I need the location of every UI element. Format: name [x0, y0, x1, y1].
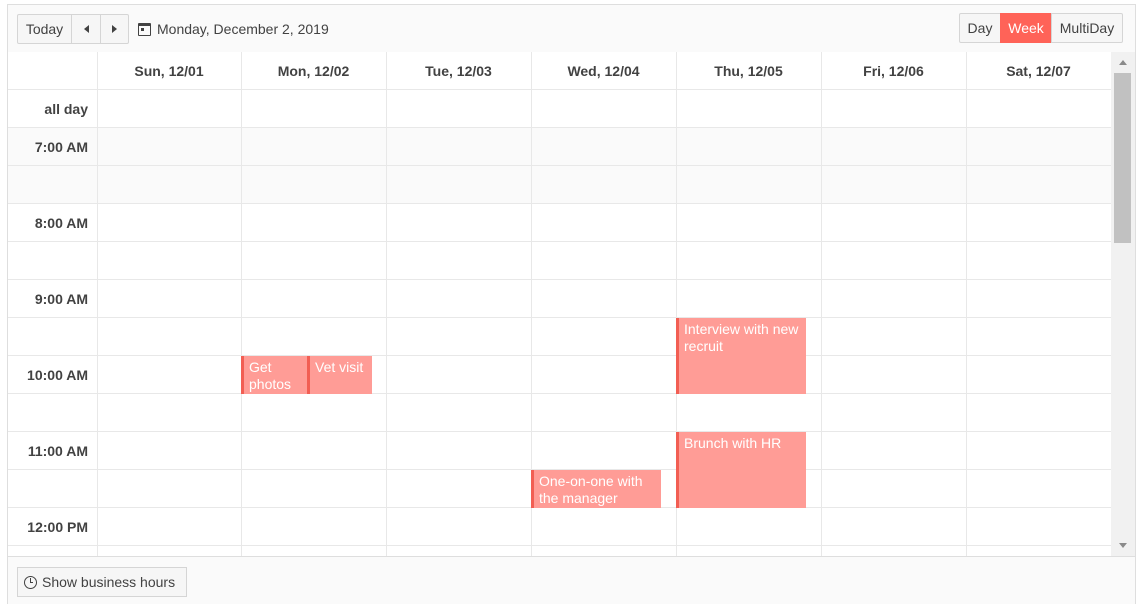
time-label: 12:00 PM	[27, 519, 88, 535]
show-business-hours-label: Show business hours	[42, 574, 176, 590]
vertical-scrollbar[interactable]	[1111, 52, 1135, 556]
time-slot-row[interactable]	[8, 166, 1111, 204]
column-divider	[966, 52, 967, 556]
event-brunch-with-hr[interactable]: Brunch with HR	[676, 432, 806, 508]
time-label: 10:00 AM	[27, 367, 88, 383]
time-slot-row[interactable]	[8, 394, 1111, 432]
time-slot-row[interactable]	[8, 128, 1111, 166]
view-week-button[interactable]: Week	[1000, 13, 1052, 43]
view-switcher: Day Week MultiDay	[959, 13, 1123, 43]
next-button[interactable]	[100, 14, 129, 44]
time-label: 9:00 AM	[34, 291, 88, 307]
caret-left-icon	[83, 25, 89, 33]
column-divider	[386, 52, 387, 556]
time-label: 8:00 AM	[34, 215, 88, 231]
day-header-sun: Sun, 12/01	[134, 63, 204, 79]
day-header-tue: Tue, 12/03	[425, 63, 492, 79]
column-divider	[821, 52, 822, 556]
previous-button[interactable]	[71, 14, 101, 44]
time-slot-row[interactable]	[8, 280, 1111, 318]
column-divider	[97, 52, 98, 556]
column-divider	[241, 52, 242, 556]
week-grid: Sun, 12/01 Mon, 12/02 Tue, 12/03 Wed, 12…	[8, 52, 1111, 556]
scrollbar-thumb[interactable]	[1114, 73, 1131, 243]
time-slot-row[interactable]	[8, 204, 1111, 242]
time-slot-row[interactable]	[8, 546, 1111, 556]
time-slot-row[interactable]	[8, 432, 1111, 470]
time-slot-row[interactable]	[8, 318, 1111, 356]
clock-icon	[24, 575, 37, 589]
scheduler: Today Monday, December 2, 2019 Day Week …	[7, 4, 1136, 604]
time-slot-row[interactable]	[8, 356, 1111, 394]
view-multiday-button[interactable]: MultiDay	[1051, 13, 1123, 43]
event-one-on-one-with-the-manager[interactable]: One-on-one with the manager	[531, 470, 661, 508]
time-slot-row[interactable]	[8, 508, 1111, 546]
day-header-fri: Fri, 12/06	[863, 63, 924, 79]
toolbar: Today Monday, December 2, 2019 Day Week …	[8, 5, 1135, 53]
event-vet-visit[interactable]: Vet visit	[307, 356, 372, 394]
show-business-hours-button[interactable]: Show business hours	[17, 567, 187, 597]
view-day-button[interactable]: Day	[959, 13, 1001, 43]
time-label: 11:00 AM	[27, 443, 88, 459]
caret-right-icon	[112, 25, 117, 33]
day-header-mon: Mon, 12/02	[277, 63, 350, 79]
scroll-up-arrow-icon[interactable]	[1119, 60, 1127, 65]
time-label: 7:00 AM	[34, 139, 88, 155]
today-button[interactable]: Today	[17, 14, 72, 44]
allday-row[interactable]	[8, 90, 1111, 128]
event-interview-with-new-recruit[interactable]: Interview with new recruit	[676, 318, 806, 394]
calendar-icon	[138, 22, 151, 36]
footer: Show business hours	[8, 556, 1135, 604]
day-header-thu: Thu, 12/05	[714, 63, 783, 79]
date-picker[interactable]: Monday, December 2, 2019	[138, 14, 329, 44]
scroll-down-arrow-icon[interactable]	[1119, 543, 1127, 548]
current-date-label: Monday, December 2, 2019	[157, 21, 329, 37]
event-get-photos[interactable]: Get photos	[241, 356, 307, 394]
day-header-wed: Wed, 12/04	[567, 63, 640, 79]
day-header-sat: Sat, 12/07	[1006, 63, 1071, 79]
time-slot-row[interactable]	[8, 242, 1111, 280]
allday-label: all day	[44, 101, 88, 117]
